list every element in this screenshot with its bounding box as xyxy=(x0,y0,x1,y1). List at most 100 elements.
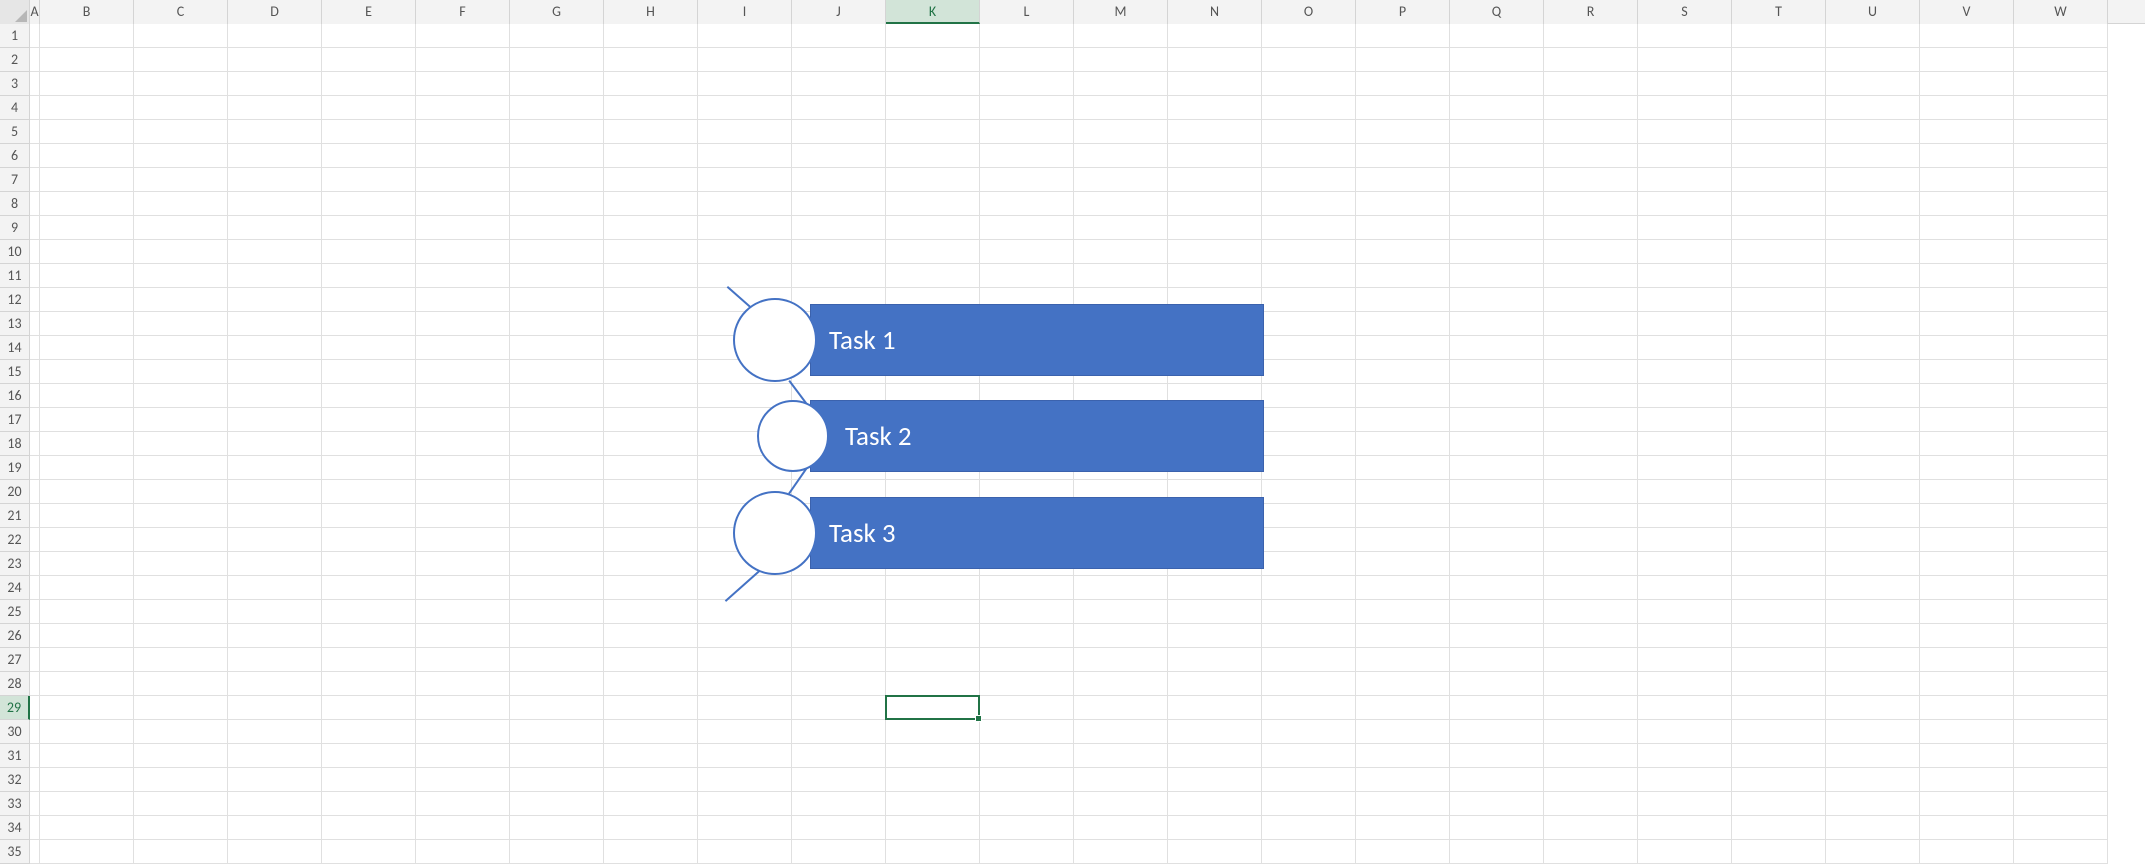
cell-R5[interactable] xyxy=(1544,120,1638,144)
cell-N31[interactable] xyxy=(1168,744,1262,768)
row-header-11[interactable]: 11 xyxy=(0,264,30,288)
cell-K10[interactable] xyxy=(886,240,980,264)
cell-G31[interactable] xyxy=(510,744,604,768)
cell-B22[interactable] xyxy=(40,528,134,552)
cell-M20[interactable] xyxy=(1074,480,1168,504)
cell-E32[interactable] xyxy=(322,768,416,792)
cell-M8[interactable] xyxy=(1074,192,1168,216)
cell-U24[interactable] xyxy=(1826,576,1920,600)
cell-G29[interactable] xyxy=(510,696,604,720)
cell-H10[interactable] xyxy=(604,240,698,264)
cell-O24[interactable] xyxy=(1262,576,1356,600)
column-header-O[interactable]: O xyxy=(1262,0,1356,24)
cell-R31[interactable] xyxy=(1544,744,1638,768)
cell-S35[interactable] xyxy=(1638,840,1732,864)
cell-L28[interactable] xyxy=(980,672,1074,696)
cell-O22[interactable] xyxy=(1262,528,1356,552)
cell-I8[interactable] xyxy=(698,192,792,216)
cell-Q22[interactable] xyxy=(1450,528,1544,552)
column-header-L[interactable]: L xyxy=(980,0,1074,24)
cell-J5[interactable] xyxy=(792,120,886,144)
cell-M34[interactable] xyxy=(1074,816,1168,840)
cell-L26[interactable] xyxy=(980,624,1074,648)
cell-N23[interactable] xyxy=(1168,552,1262,576)
cell-E16[interactable] xyxy=(322,384,416,408)
cell-Q25[interactable] xyxy=(1450,600,1544,624)
cell-L12[interactable] xyxy=(980,288,1074,312)
cell-C30[interactable] xyxy=(134,720,228,744)
cell-J15[interactable] xyxy=(792,360,886,384)
cell-E20[interactable] xyxy=(322,480,416,504)
cell-T2[interactable] xyxy=(1732,48,1826,72)
cell-V14[interactable] xyxy=(1920,336,2014,360)
row-header-6[interactable]: 6 xyxy=(0,144,30,168)
cell-S8[interactable] xyxy=(1638,192,1732,216)
cell-L27[interactable] xyxy=(980,648,1074,672)
cell-J11[interactable] xyxy=(792,264,886,288)
cell-R27[interactable] xyxy=(1544,648,1638,672)
cell-P33[interactable] xyxy=(1356,792,1450,816)
cell-R25[interactable] xyxy=(1544,600,1638,624)
cell-F35[interactable] xyxy=(416,840,510,864)
row-header-23[interactable]: 23 xyxy=(0,552,30,576)
cell-W9[interactable] xyxy=(2014,216,2108,240)
cell-P1[interactable] xyxy=(1356,24,1450,48)
cell-N4[interactable] xyxy=(1168,96,1262,120)
cell-W3[interactable] xyxy=(2014,72,2108,96)
cell-U8[interactable] xyxy=(1826,192,1920,216)
cell-M13[interactable] xyxy=(1074,312,1168,336)
cell-Q16[interactable] xyxy=(1450,384,1544,408)
column-header-C[interactable]: C xyxy=(134,0,228,24)
cell-A33[interactable] xyxy=(30,792,40,816)
cell-V12[interactable] xyxy=(1920,288,2014,312)
cell-P12[interactable] xyxy=(1356,288,1450,312)
row-header-17[interactable]: 17 xyxy=(0,408,30,432)
cell-Q35[interactable] xyxy=(1450,840,1544,864)
row-header-33[interactable]: 33 xyxy=(0,792,30,816)
cell-B17[interactable] xyxy=(40,408,134,432)
cell-E13[interactable] xyxy=(322,312,416,336)
cell-U29[interactable] xyxy=(1826,696,1920,720)
cell-P29[interactable] xyxy=(1356,696,1450,720)
cell-I14[interactable] xyxy=(698,336,792,360)
cell-B23[interactable] xyxy=(40,552,134,576)
cell-W31[interactable] xyxy=(2014,744,2108,768)
cell-N27[interactable] xyxy=(1168,648,1262,672)
cell-J3[interactable] xyxy=(792,72,886,96)
cell-H13[interactable] xyxy=(604,312,698,336)
cell-T17[interactable] xyxy=(1732,408,1826,432)
cell-O7[interactable] xyxy=(1262,168,1356,192)
cell-B2[interactable] xyxy=(40,48,134,72)
cell-W16[interactable] xyxy=(2014,384,2108,408)
cell-V3[interactable] xyxy=(1920,72,2014,96)
cell-J1[interactable] xyxy=(792,24,886,48)
cell-L25[interactable] xyxy=(980,600,1074,624)
cell-L29[interactable] xyxy=(980,696,1074,720)
cell-N21[interactable] xyxy=(1168,504,1262,528)
cell-L5[interactable] xyxy=(980,120,1074,144)
cell-R34[interactable] xyxy=(1544,816,1638,840)
cell-N17[interactable] xyxy=(1168,408,1262,432)
cell-K1[interactable] xyxy=(886,24,980,48)
cell-W29[interactable] xyxy=(2014,696,2108,720)
cell-L10[interactable] xyxy=(980,240,1074,264)
cell-L14[interactable] xyxy=(980,336,1074,360)
cell-S14[interactable] xyxy=(1638,336,1732,360)
cell-O10[interactable] xyxy=(1262,240,1356,264)
cell-W23[interactable] xyxy=(2014,552,2108,576)
cell-T21[interactable] xyxy=(1732,504,1826,528)
cell-E29[interactable] xyxy=(322,696,416,720)
cell-Q3[interactable] xyxy=(1450,72,1544,96)
cell-U15[interactable] xyxy=(1826,360,1920,384)
cell-V31[interactable] xyxy=(1920,744,2014,768)
cell-H21[interactable] xyxy=(604,504,698,528)
column-header-T[interactable]: T xyxy=(1732,0,1826,24)
cell-S20[interactable] xyxy=(1638,480,1732,504)
cell-K20[interactable] xyxy=(886,480,980,504)
cell-B19[interactable] xyxy=(40,456,134,480)
cell-S3[interactable] xyxy=(1638,72,1732,96)
cell-B4[interactable] xyxy=(40,96,134,120)
cell-K13[interactable] xyxy=(886,312,980,336)
cell-Q7[interactable] xyxy=(1450,168,1544,192)
cell-R29[interactable] xyxy=(1544,696,1638,720)
